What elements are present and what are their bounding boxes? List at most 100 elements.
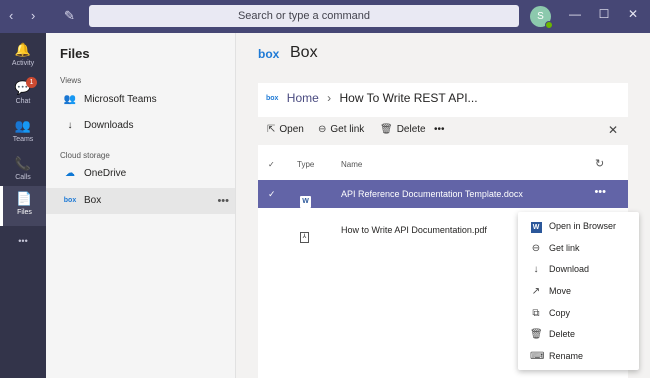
refresh-icon[interactable]: ↻ (595, 157, 604, 170)
files-panel: Files Views 👥 Microsoft Teams ↓ Download… (46, 33, 236, 378)
menu-item-copy[interactable]: ⧉ Copy (518, 303, 639, 324)
link-icon: ⊖ (318, 124, 327, 135)
close-window-button[interactable]: ✕ (624, 7, 642, 21)
nav-item-label: OneDrive (84, 168, 127, 179)
nav-item-box[interactable]: box Box ••• (46, 188, 235, 214)
open-label: Open (279, 124, 304, 135)
word-glyph: W (300, 196, 311, 208)
nav-item-label: Downloads (84, 120, 134, 131)
back-arrow-icon[interactable]: ‹ (9, 8, 13, 24)
title-bar: ‹ › ✎ Search or type a command S — ☐ ✕ (0, 0, 650, 33)
compose-icon[interactable]: ✎ (64, 8, 75, 24)
avatar-initial: S (537, 11, 544, 22)
nav-item-label: Microsoft Teams (84, 94, 157, 105)
forward-arrow-icon[interactable]: › (31, 8, 35, 24)
menu-item-label: Download (549, 264, 590, 274)
avatar[interactable]: S (530, 6, 553, 29)
chat-icon: 💬 (14, 80, 32, 95)
minimize-button[interactable]: — (566, 7, 584, 21)
nav-item-label: Box (84, 195, 102, 206)
column-type[interactable]: Type (297, 160, 314, 169)
more-options-icon[interactable]: ••• (594, 186, 606, 198)
search-input[interactable]: Search or type a command (89, 5, 519, 27)
nav-item-downloads[interactable]: ↓ Downloads (46, 113, 235, 139)
box-logo-icon: box (63, 197, 77, 204)
teams-logo-icon: 👥 (63, 94, 77, 105)
rail-label: Teams (12, 136, 34, 143)
menu-item-label: Move (549, 286, 572, 296)
more-apps-icon[interactable]: ••• (0, 231, 46, 271)
rail-item-activity[interactable]: 🔔 Activity (0, 37, 46, 77)
trash-icon: 🗑 (530, 329, 543, 340)
onedrive-icon: ☁ (65, 168, 75, 179)
file-name[interactable]: API Reference Documentation Template.doc… (341, 189, 523, 199)
table-header: ✓ Type Name ↻ (258, 151, 628, 179)
delete-button[interactable]: 🗑 Delete (380, 124, 426, 135)
menu-item-label: Open in Browser (549, 221, 617, 231)
menu-item-label: Get link (549, 243, 580, 253)
close-icon[interactable]: ✕ (608, 123, 618, 137)
box-logo-icon: box (258, 47, 280, 61)
more-options-icon[interactable]: ••• (217, 188, 229, 214)
download-icon: ↓ (67, 120, 73, 131)
presence-status-icon (545, 21, 553, 29)
rail-label: Calls (15, 174, 31, 181)
menu-item-label: Copy (549, 308, 571, 318)
nav-item-onedrive[interactable]: ☁ OneDrive (46, 161, 235, 187)
rail-item-chat[interactable]: 💬 1 Chat (0, 75, 46, 115)
panel-title: Files (60, 46, 90, 61)
app-rail: 🔔 Activity 💬 1 Chat 👥 Teams 📞 Calls 📄 Fi… (0, 33, 46, 378)
menu-item-label: Delete (549, 329, 576, 339)
rail-item-teams[interactable]: 👥 Teams (0, 113, 46, 153)
word-icon: W (530, 216, 542, 237)
menu-item-move[interactable]: ↗ Move (518, 281, 639, 302)
delete-label: Delete (396, 124, 426, 135)
context-menu: W Open in Browser ⊖ Get link ↓ Download … (518, 212, 639, 370)
menu-item-label: Rename (549, 351, 584, 361)
notification-badge: 1 (26, 77, 37, 88)
rail-item-calls[interactable]: 📞 Calls (0, 151, 46, 191)
nav-item-microsoft-teams[interactable]: 👥 Microsoft Teams (46, 87, 235, 113)
breadcrumb-home[interactable]: Home (287, 91, 319, 105)
file-icon: 📄 (16, 191, 33, 206)
open-icon: ⇱ (267, 124, 276, 135)
page-title: Box (290, 44, 318, 61)
row-checkbox[interactable]: ✓ (268, 189, 276, 200)
menu-item-get-link[interactable]: ⊖ Get link (518, 238, 639, 259)
select-all-checkbox[interactable]: ✓ (268, 160, 275, 169)
trash-icon: 🗑 (380, 124, 393, 135)
link-icon: ⊖ (531, 243, 541, 254)
bell-icon: 🔔 (14, 42, 32, 57)
rename-icon: ⌨ (530, 351, 545, 362)
rail-label: Activity (11, 60, 35, 67)
teams-icon: 👥 (14, 118, 32, 133)
menu-item-delete[interactable]: 🗑 Delete (518, 324, 639, 345)
menu-item-rename[interactable]: ⌨ Rename (518, 346, 639, 367)
rail-label: Files (17, 209, 32, 216)
box-logo-icon: box (266, 95, 279, 103)
file-name[interactable]: How to Write API Documentation.pdf (341, 225, 487, 235)
move-icon: ↗ (531, 286, 541, 297)
copy-icon: ⧉ (532, 308, 540, 319)
breadcrumb: box Home › How To Write REST API... (266, 91, 478, 105)
get-link-label: Get link (330, 124, 365, 135)
rail-label: Chat (15, 98, 31, 105)
download-icon: ↓ (533, 264, 539, 275)
pdf-glyph: ⅄ (300, 232, 309, 243)
menu-item-download[interactable]: ↓ Download (518, 259, 639, 280)
open-button[interactable]: ⇱ Open (267, 124, 304, 135)
get-link-button[interactable]: ⊖ Get link (318, 124, 364, 135)
cloud-storage-heading: Cloud storage (60, 151, 110, 160)
more-options-icon[interactable]: ••• (434, 124, 445, 135)
phone-icon: 📞 (14, 156, 32, 171)
breadcrumb-separator-icon: › (327, 91, 332, 105)
menu-item-open-in-browser[interactable]: W Open in Browser (518, 216, 639, 237)
breadcrumb-current: How To Write REST API... (339, 91, 478, 105)
column-name[interactable]: Name (341, 160, 362, 169)
views-heading: Views (60, 76, 82, 85)
word-glyph: W (530, 222, 542, 233)
file-toolbar: ⇱ Open ⊖ Get link 🗑 Delete ••• ✕ (258, 117, 628, 145)
table-row[interactable]: ✓ W API Reference Documentation Template… (258, 180, 628, 208)
maximize-button[interactable]: ☐ (595, 7, 613, 21)
rail-item-files[interactable]: 📄 Files (0, 186, 46, 226)
